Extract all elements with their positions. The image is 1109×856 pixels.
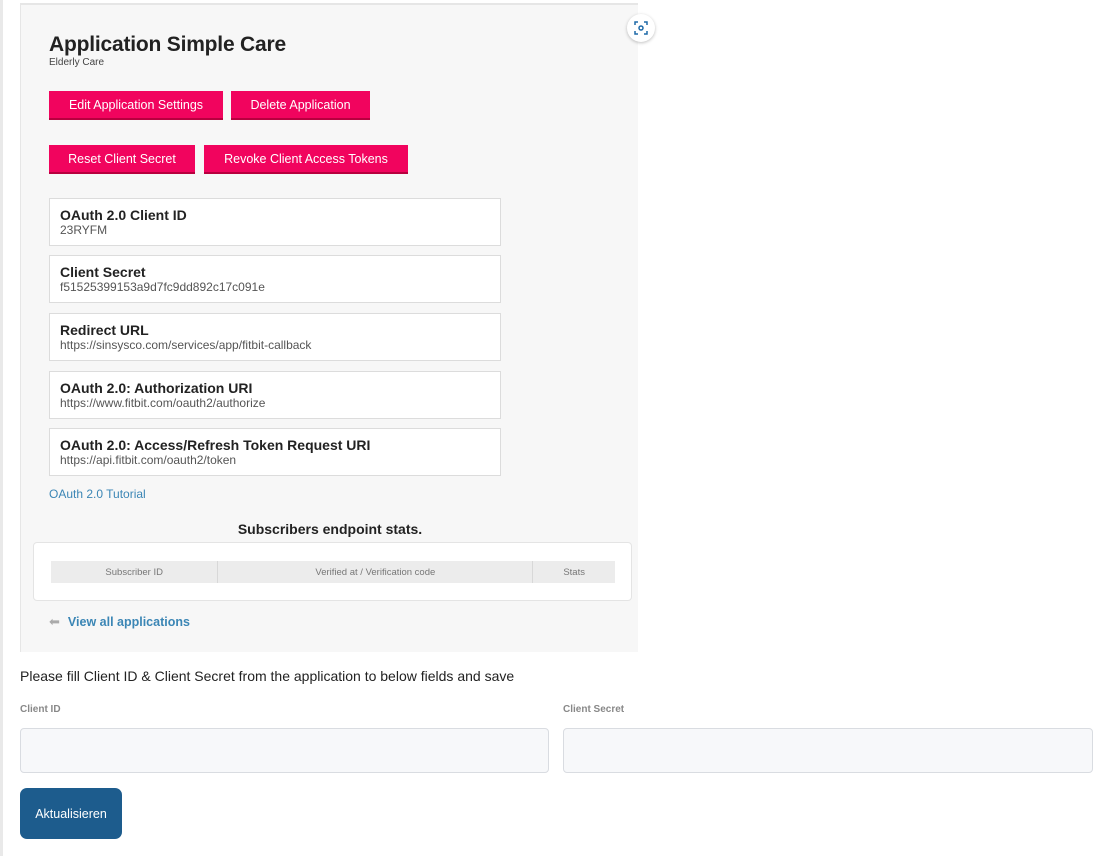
save-button[interactable]: Aktualisieren xyxy=(20,788,122,839)
detail-value: https://api.fitbit.com/oauth2/token xyxy=(60,453,237,467)
app-title: Application Simple Care xyxy=(49,33,286,56)
detail-value: 23RYFM xyxy=(60,223,108,237)
view-all-applications-link[interactable]: ⬅ View all applications xyxy=(49,614,190,630)
client-secret-input[interactable] xyxy=(563,728,1093,773)
view-all-applications-label: View all applications xyxy=(67,615,190,629)
detail-label: OAuth 2.0: Access/Refresh Token Request … xyxy=(60,437,371,453)
reset-client-secret-button[interactable]: Reset Client Secret xyxy=(49,145,195,174)
column-subscriber-id: Subscriber ID xyxy=(51,561,219,583)
subscribers-stats-table: Subscriber ID Verified at / Verification… xyxy=(33,542,632,601)
client-secret-label: Client Secret xyxy=(563,704,625,715)
fitbit-app-embed: Application Simple Care Elderly Care Edi… xyxy=(20,3,655,652)
oauth-tutorial-link[interactable]: OAuth 2.0 Tutorial xyxy=(49,487,146,501)
delete-application-button[interactable]: Delete Application xyxy=(231,91,370,120)
detail-label: OAuth 2.0: Authorization URI xyxy=(60,380,253,396)
detail-value: https://www.fitbit.com/oauth2/authorize xyxy=(60,396,266,410)
detail-label: Client Secret xyxy=(60,264,146,280)
edit-application-settings-button[interactable]: Edit Application Settings xyxy=(49,91,223,120)
token-request-uri-box: OAuth 2.0: Access/Refresh Token Request … xyxy=(49,428,501,476)
column-stats: Stats xyxy=(563,566,585,578)
detail-value: https://sinsysco.com/services/app/fitbit… xyxy=(60,338,312,352)
client-secret-box: Client Secret f51525399153a9d7fc9dd892c1… xyxy=(49,255,501,303)
table-header: Subscriber ID Verified at / Verification… xyxy=(51,561,615,583)
client-id-box: OAuth 2.0 Client ID 23RYFM xyxy=(49,198,501,246)
detail-label: OAuth 2.0 Client ID xyxy=(60,207,187,223)
client-id-input[interactable] xyxy=(20,728,549,773)
back-arrow-icon: ⬅ xyxy=(49,614,60,629)
detail-label: Redirect URL xyxy=(60,322,149,338)
page-left-border xyxy=(0,0,3,856)
app-subtitle: Elderly Care xyxy=(49,57,105,68)
redirect-url-box: Redirect URL https://sinsysco.com/servic… xyxy=(49,313,501,361)
screenshot-icon xyxy=(634,21,648,35)
screenshot-button[interactable] xyxy=(627,14,655,42)
form-instructions: Please fill Client ID & Client Secret fr… xyxy=(20,668,515,684)
client-id-label: Client ID xyxy=(20,704,61,715)
detail-value: f51525399153a9d7fc9dd892c17c091e xyxy=(60,280,265,294)
column-verified-at: Verified at / Verification code xyxy=(218,561,534,583)
subscribers-stats-title: Subscribers endpoint stats. xyxy=(237,521,423,537)
revoke-client-access-tokens-button[interactable]: Revoke Client Access Tokens xyxy=(204,145,408,174)
authorization-uri-box: OAuth 2.0: Authorization URI https://www… xyxy=(49,371,501,419)
